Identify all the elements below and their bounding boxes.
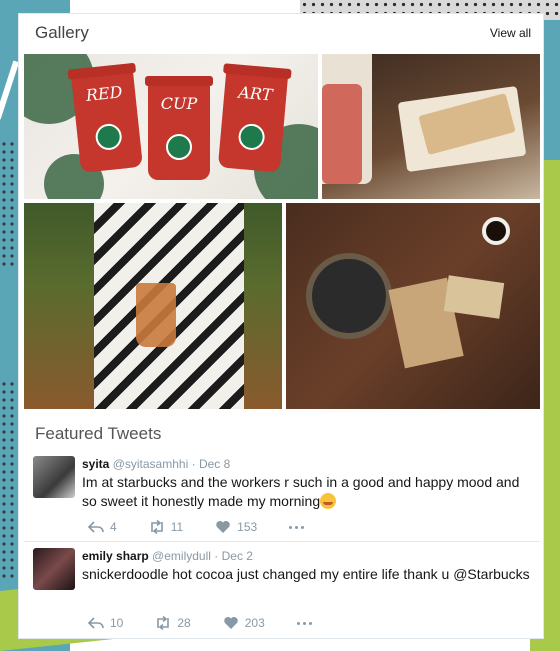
starbucks-logo-icon: [166, 134, 192, 160]
tweet-text: snickerdoodle hot cocoa just changed my …: [82, 566, 530, 582]
cake-slice-photo[interactable]: [322, 54, 540, 199]
featured-tweets-section: Featured Tweets syita @syitasamhhi · Dec…: [24, 412, 540, 638]
cup-lettering: ART: [237, 82, 274, 105]
cup-lettering: CUP: [160, 94, 198, 113]
avatar[interactable]: [33, 548, 75, 590]
reply-button[interactable]: 10: [88, 616, 123, 630]
reply-icon: [88, 521, 104, 533]
starbucks-logo-icon: [94, 122, 123, 152]
like-button[interactable]: 203: [223, 616, 265, 630]
like-button[interactable]: 153: [215, 520, 257, 534]
like-count: 153: [237, 520, 258, 534]
heart-icon: [216, 521, 230, 533]
author-handle[interactable]: @emilydull: [152, 549, 211, 563]
red-cup: CUP: [145, 76, 213, 180]
red-cup: ART: [217, 69, 289, 173]
sandwich: [443, 275, 505, 319]
separator-dot: ·: [191, 457, 196, 471]
tweet[interactable]: emily sharp @emilydull · Dec 2 snickerdo…: [24, 542, 540, 638]
retweet-count: 28: [177, 616, 191, 630]
red-cups-photo[interactable]: RED CUP ART: [24, 54, 318, 199]
reply-icon: [88, 617, 104, 629]
avatar[interactable]: [33, 456, 75, 498]
starbucks-logo-icon: [237, 122, 266, 152]
iced-drink-cup: [136, 283, 176, 347]
cup-body: [322, 84, 362, 184]
separator-dot: ·: [214, 549, 219, 563]
heart-icon: [223, 617, 238, 629]
view-all-link[interactable]: View all: [490, 26, 531, 40]
platter: [306, 253, 392, 339]
cup-lettering: RED: [84, 82, 124, 106]
retweet-button[interactable]: 28: [155, 616, 191, 630]
red-cup: RED: [71, 69, 143, 173]
like-count: 203: [244, 616, 265, 630]
tweet-header: syita @syitasamhhi · Dec 8: [82, 456, 530, 472]
tweet-date[interactable]: Dec 2: [222, 549, 253, 563]
tweet-date[interactable]: Dec 8: [199, 457, 230, 471]
retweet-icon: [157, 616, 170, 630]
reply-button[interactable]: 4: [88, 520, 117, 534]
retweet-button[interactable]: 11: [149, 520, 183, 534]
author-name[interactable]: emily sharp: [82, 549, 149, 563]
more-options-icon[interactable]: [289, 525, 305, 529]
reply-count: 4: [110, 520, 117, 534]
tweet-header: emily sharp @emilydull · Dec 2: [82, 548, 530, 564]
tweet[interactable]: syita @syitasamhhi · Dec 8 Im at starbuc…: [24, 450, 540, 542]
tweet-actions: 10 28 203: [88, 616, 312, 630]
gallery-title: Gallery: [35, 23, 89, 42]
table-autumn-photo[interactable]: [286, 203, 540, 409]
featured-tweets-title: Featured Tweets: [35, 424, 162, 443]
retweet-count: 11: [170, 520, 184, 534]
patterned-sweater-drink-photo[interactable]: [24, 203, 282, 409]
author-name[interactable]: syita: [82, 457, 109, 471]
reply-count: 10: [110, 616, 124, 630]
author-handle[interactable]: @syitasamhhi: [113, 457, 189, 471]
retweet-icon: [150, 520, 163, 534]
gallery-header: Gallery View all: [19, 14, 543, 52]
smiling-blush-emoji-icon: [320, 493, 337, 509]
coffee-mug: [482, 217, 510, 245]
tweet-body: Im at starbucks and the workers r such i…: [82, 474, 520, 509]
tweet-actions: 4 11 153: [88, 520, 305, 534]
tweet-text: Im at starbucks and the workers r such i…: [82, 473, 530, 511]
more-options-icon[interactable]: [296, 621, 312, 625]
gallery-grid: RED CUP ART: [24, 54, 540, 409]
twitter-widget-card: Gallery View all RED CUP ART Featured Tw…: [18, 13, 544, 639]
